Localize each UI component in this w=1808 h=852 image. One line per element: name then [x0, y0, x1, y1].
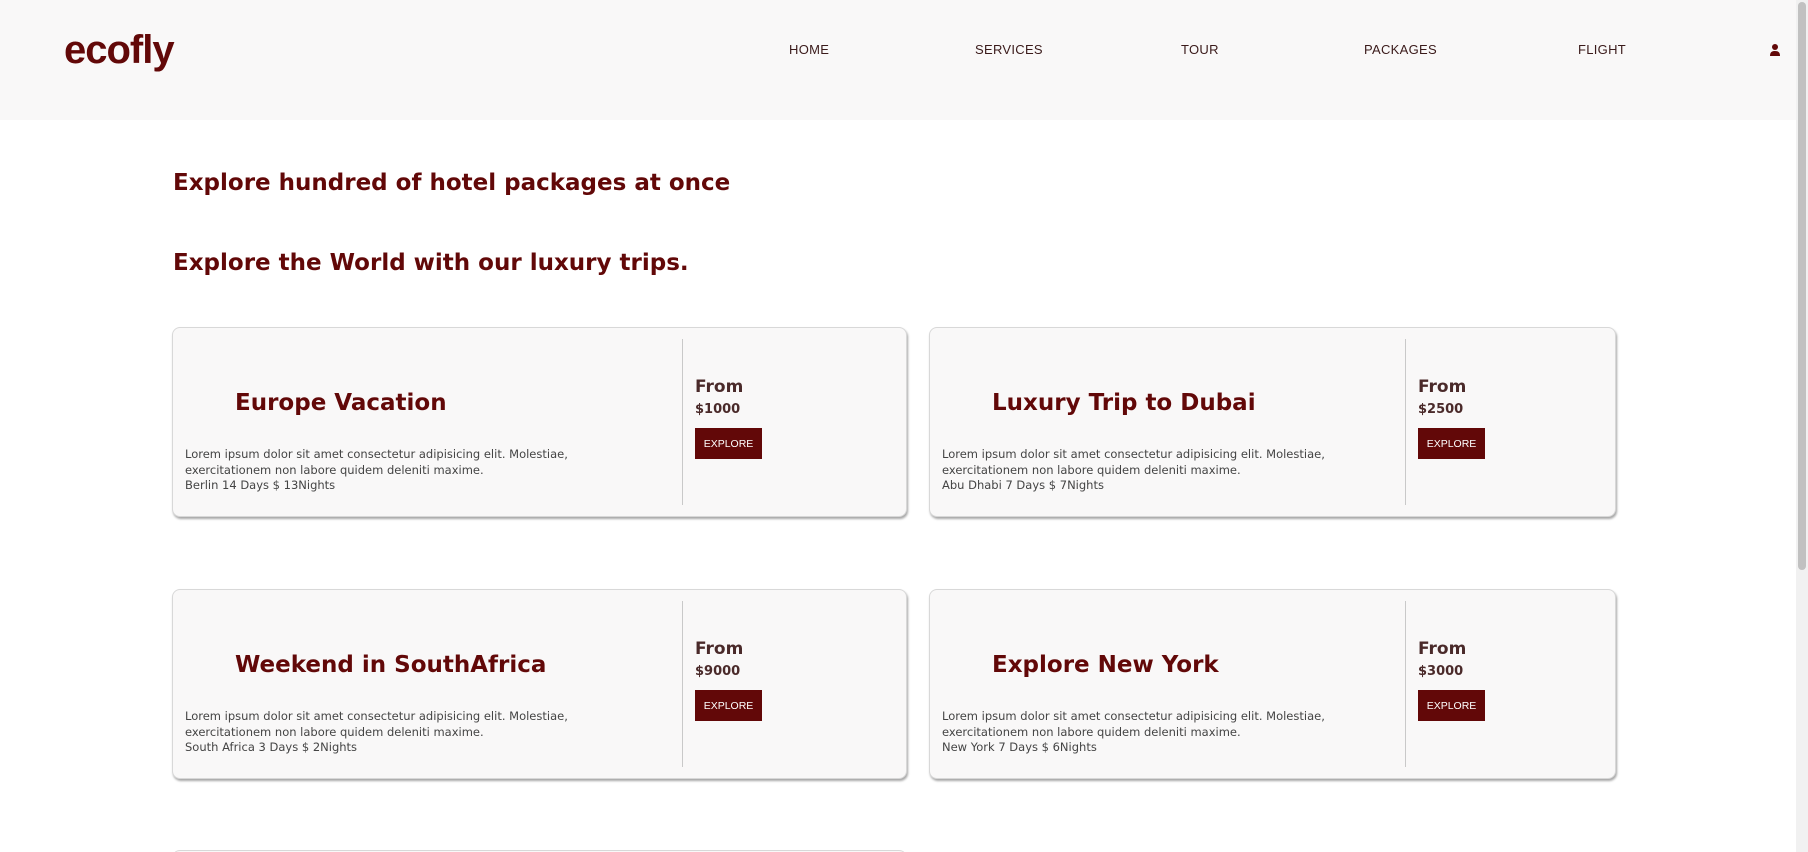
price-value: $9000: [695, 664, 741, 679]
card-trip-details: South Africa 3 Days $ 2Nights: [185, 740, 358, 754]
explore-button[interactable]: EXPLORE: [695, 428, 762, 459]
card-title: Weekend in SouthAfrica: [235, 652, 547, 678]
card-divider: [682, 339, 683, 505]
card-divider: [682, 601, 683, 767]
price-value: $3000: [1418, 664, 1464, 679]
price-from-label: From: [695, 639, 744, 659]
nav-services[interactable]: SERVICES: [975, 42, 1043, 57]
card-description: Lorem ipsum dolor sit amet consectetur a…: [185, 447, 568, 477]
user-icon[interactable]: [1768, 42, 1782, 56]
package-card-dubai: Luxury Trip to Dubai Lorem ipsum dolor s…: [929, 327, 1616, 517]
price-from-label: From: [695, 377, 744, 397]
card-description: Lorem ipsum dolor sit amet consectetur a…: [942, 447, 1325, 477]
card-divider: [1405, 601, 1406, 767]
nav-flight[interactable]: FLIGHT: [1578, 42, 1626, 57]
page-scrollbar[interactable]: [1796, 0, 1808, 852]
user-icon-glyph: [1770, 44, 1780, 56]
card-description: Lorem ipsum dolor sit amet consectetur a…: [942, 709, 1325, 739]
nav-tour[interactable]: TOUR: [1181, 42, 1219, 57]
site-header: ecofly HOME SERVICES TOUR PACKAGES FLIGH…: [0, 0, 1796, 120]
package-card-southafrica: Weekend in SouthAfrica Lorem ipsum dolor…: [172, 589, 907, 779]
package-card-europe: Europe Vacation Lorem ipsum dolor sit am…: [172, 327, 907, 517]
card-trip-details: New York 7 Days $ 6Nights: [942, 740, 1097, 754]
hotel-packages-heading: Explore hundred of hotel packages at onc…: [173, 170, 731, 196]
card-trip-details: Berlin 14 Days $ 13Nights: [185, 478, 336, 492]
luxury-trips-heading: Explore the World with our luxury trips.: [173, 250, 689, 276]
card-title: Explore New York: [992, 652, 1219, 678]
card-title: Luxury Trip to Dubai: [992, 390, 1256, 416]
price-value: $1000: [695, 402, 741, 417]
card-title: Europe Vacation: [235, 390, 447, 416]
site-logo[interactable]: ecofly: [64, 28, 175, 73]
card-description: Lorem ipsum dolor sit amet consectetur a…: [185, 709, 568, 739]
explore-button[interactable]: EXPLORE: [1418, 428, 1485, 459]
card-trip-details: Abu Dhabi 7 Days $ 7Nights: [942, 478, 1104, 492]
card-divider: [1405, 339, 1406, 505]
scrollbar-thumb[interactable]: [1798, 2, 1806, 570]
price-from-label: From: [1418, 377, 1467, 397]
price-from-label: From: [1418, 639, 1467, 659]
price-value: $2500: [1418, 402, 1464, 417]
explore-button[interactable]: EXPLORE: [695, 690, 762, 721]
page: ecofly HOME SERVICES TOUR PACKAGES FLIGH…: [0, 0, 1808, 852]
package-card-newyork: Explore New York Lorem ipsum dolor sit a…: [929, 589, 1616, 779]
nav-home[interactable]: HOME: [789, 42, 829, 57]
explore-button[interactable]: EXPLORE: [1418, 690, 1485, 721]
nav-packages[interactable]: PACKAGES: [1364, 42, 1437, 57]
